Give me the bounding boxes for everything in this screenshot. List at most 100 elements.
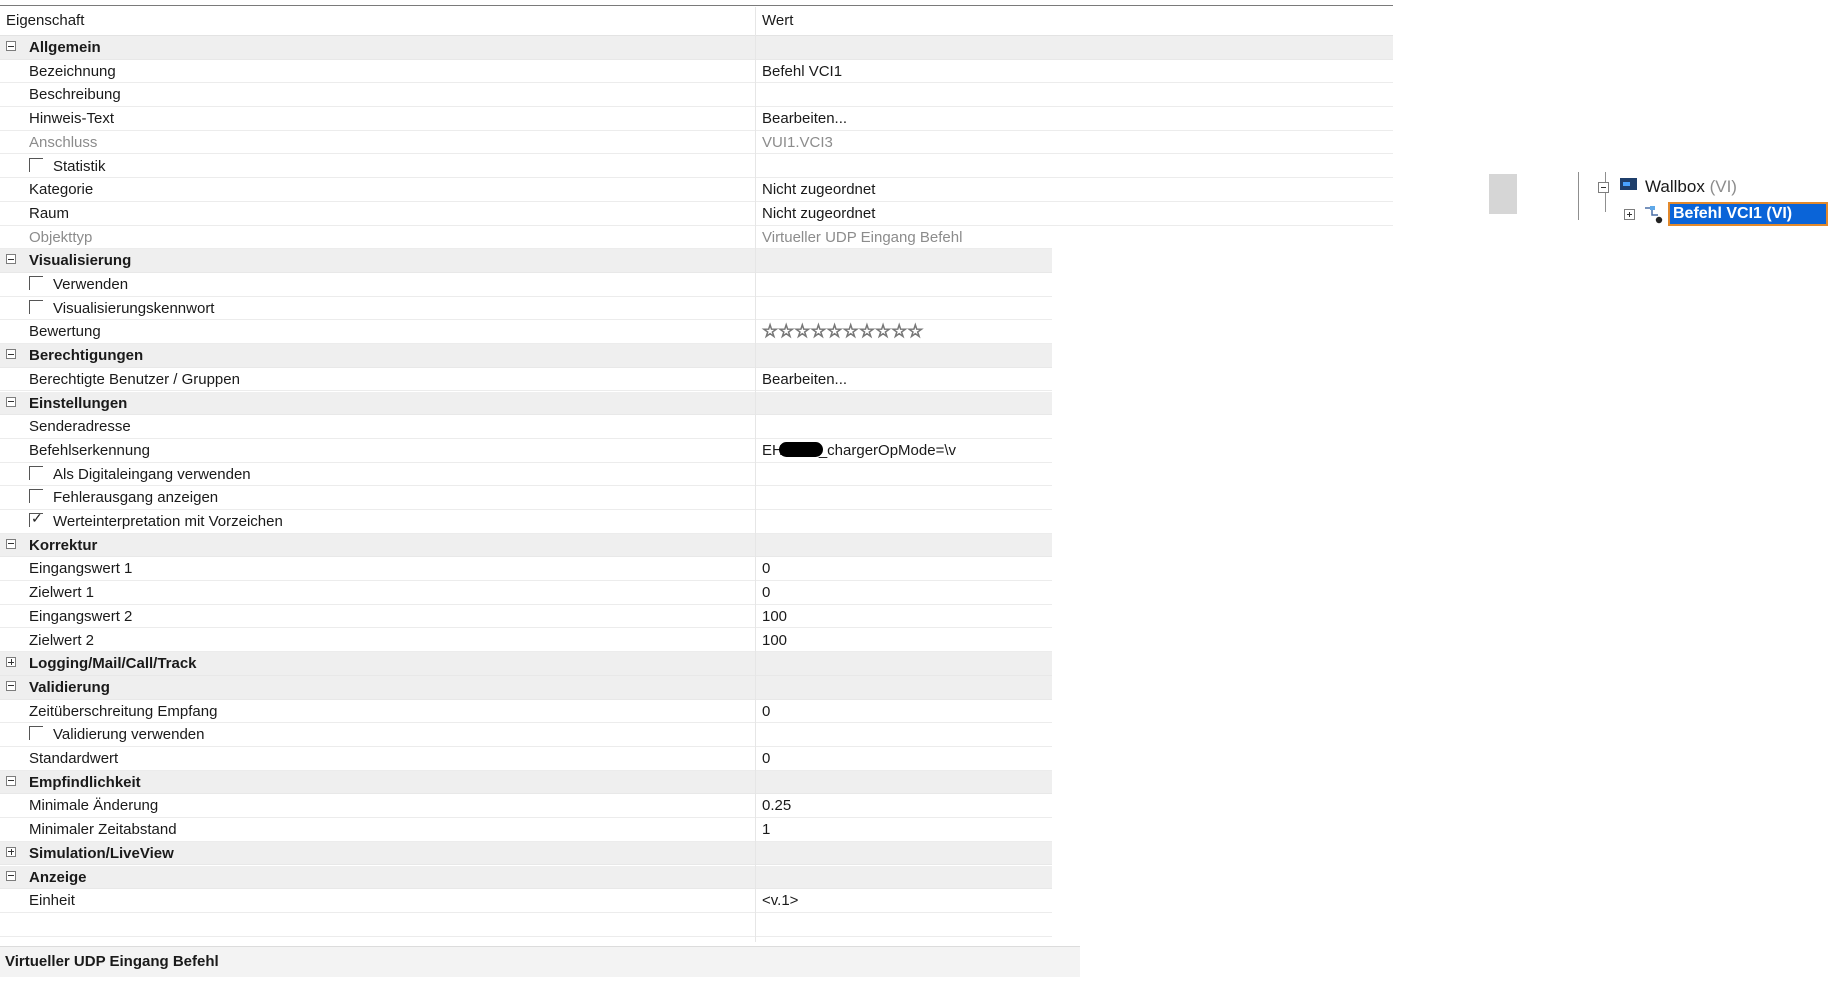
property-row[interactable]: Validierung verwenden [0, 723, 1052, 747]
property-row[interactable]: Visualisierungskennwort [0, 297, 1052, 321]
collapse-icon[interactable] [6, 680, 16, 691]
property-value[interactable]: 1 [762, 821, 770, 838]
property-row[interactable]: Zeitüberschreitung Empfang 0 [0, 700, 1052, 724]
description-panel: Virtueller UDP Eingang Befehl [0, 946, 1080, 977]
category-row[interactable]: Empfindlichkeit [0, 770, 1052, 795]
property-row[interactable]: Zielwert 2 100 [0, 629, 1052, 653]
checkbox[interactable] [29, 465, 43, 480]
column-header-property[interactable]: Eigenschaft [6, 12, 84, 29]
collapse-icon[interactable] [6, 538, 16, 549]
category-label: Logging/Mail/Call/Track [29, 655, 197, 673]
property-row[interactable]: Objekttyp Virtueller UDP Eingang Befehl [0, 226, 1052, 250]
property-row[interactable]: Kategorie Nicht zugeordnet [0, 178, 1393, 202]
category-label: Simulation/LiveView [29, 844, 174, 862]
property-row[interactable]: Als Digitaleingang verwenden [0, 463, 1052, 487]
category-row[interactable]: Berechtigungen [0, 344, 1052, 368]
property-value[interactable]: Bearbeiten... [762, 110, 847, 127]
column-header-value[interactable]: Wert [762, 12, 793, 29]
tree-item-wallbox[interactable]: Wallbox (VI) [1645, 177, 1737, 197]
property-value[interactable]: 100 [762, 608, 787, 625]
grid-header: Eigenschaft Wert [0, 7, 1393, 36]
property-row[interactable]: Minimaler Zeitabstand 1 [0, 818, 1052, 842]
property-row[interactable]: Eingangswert 1 0 [0, 557, 1052, 582]
property-value[interactable]: 0 [762, 703, 770, 720]
column-divider[interactable] [755, 7, 756, 942]
property-row[interactable]: Beschreibung [0, 83, 1393, 108]
category-row[interactable]: Logging/Mail/Call/Track [0, 652, 1052, 676]
category-row[interactable]: Einstellungen [0, 391, 1052, 416]
property-row[interactable]: Einheit <v.1> [0, 889, 1052, 913]
tree-line [1578, 172, 1579, 220]
category-row[interactable]: Validierung [0, 675, 1052, 700]
tree-item-wallbox-suffix: (VI) [1709, 177, 1737, 196]
property-row[interactable]: Bewertung ☆☆☆☆☆☆☆☆☆☆ [0, 320, 1052, 345]
property-row[interactable]: Statistik [0, 155, 1393, 179]
description-text: Virtueller UDP Eingang Befehl [5, 953, 219, 970]
property-row[interactable]: Raum Nicht zugeordnet [0, 202, 1393, 226]
property-row[interactable] [0, 913, 1052, 937]
property-row[interactable]: Berechtigte Benutzer / Gruppen Bearbeiten… [0, 368, 1052, 392]
property-row[interactable]: Hinweis-Text Bearbeiten... [0, 107, 1393, 131]
collapse-icon[interactable] [6, 775, 16, 786]
collapse-icon[interactable] [6, 396, 16, 407]
property-value[interactable]: Bearbeiten... [762, 371, 847, 388]
wallbox-collapse-icon[interactable] [1598, 182, 1609, 193]
property-row[interactable]: Befehlserkennung EH _chargerOpMode=\v [0, 439, 1052, 463]
property-row[interactable]: Anschluss VUI1.VCI3 [0, 131, 1393, 155]
category-row[interactable]: Allgemein [0, 36, 1393, 60]
collapse-icon[interactable] [6, 349, 16, 360]
category-label: Validierung [29, 678, 110, 696]
property-name: Standardwert [29, 750, 119, 767]
category-label: Einstellungen [29, 394, 128, 412]
checkbox[interactable] [29, 489, 43, 504]
udp-command-icon [1645, 206, 1663, 224]
property-name: Hinweis-Text [29, 110, 115, 128]
property-row[interactable]: Minimale Änderung 0.25 [0, 794, 1052, 819]
collapse-icon[interactable] [6, 254, 16, 265]
category-row[interactable]: Simulation/LiveView [0, 841, 1052, 866]
property-row[interactable]: ✓ Werteinterpretation mit Vorzeichen [0, 510, 1052, 534]
checkbox[interactable] [29, 157, 43, 172]
category-label: Empfindlichkeit [29, 773, 141, 791]
checkbox[interactable] [29, 299, 43, 314]
property-row[interactable]: Standardwert 0 [0, 747, 1052, 771]
property-name: Senderadresse [29, 418, 131, 436]
property-name: Verwenden [53, 276, 129, 293]
property-value[interactable]: 0.25 [762, 797, 791, 814]
property-value[interactable]: 0 [762, 750, 770, 767]
property-row[interactable]: Verwenden [0, 273, 1052, 297]
category-label: Allgemein [29, 39, 101, 56]
property-value[interactable]: 0 [762, 560, 770, 577]
expand-icon[interactable] [6, 657, 16, 668]
property-value[interactable]: 100 [762, 632, 787, 649]
property-row[interactable]: Zielwert 1 0 [0, 581, 1052, 605]
property-row[interactable]: Fehlerausgang anzeigen [0, 486, 1052, 510]
category-row[interactable]: Anzeige [0, 865, 1052, 890]
property-value[interactable]: Nicht zugeordnet [762, 205, 875, 222]
rating-stars[interactable]: ☆☆☆☆☆☆☆☆☆☆ [761, 321, 923, 342]
property-value[interactable]: <v.1> [762, 892, 798, 909]
property-name: Anschluss [29, 133, 98, 151]
tree-item-befehl-vci1[interactable]: Befehl VCI1 (VI) [1668, 202, 1828, 226]
property-value[interactable]: 0 [762, 584, 770, 601]
category-label: Korrektur [29, 536, 98, 554]
checkbox[interactable] [29, 726, 43, 741]
category-row[interactable]: Visualisierung [0, 249, 1052, 273]
collapse-icon[interactable] [6, 41, 16, 51]
property-name: Beschreibung [29, 86, 121, 104]
property-row[interactable]: Senderadresse [0, 415, 1052, 439]
collapse-icon[interactable] [6, 870, 16, 881]
scrollbar-thumb[interactable] [1489, 174, 1517, 214]
property-value[interactable]: Nicht zugeordnet [762, 181, 875, 198]
property-row[interactable]: Eingangswert 2 100 [0, 605, 1052, 629]
category-row[interactable]: Korrektur [0, 533, 1052, 558]
expand-icon[interactable] [6, 846, 16, 857]
property-value[interactable]: EH _chargerOpMode=\v [762, 441, 956, 459]
checkbox[interactable]: ✓ [29, 510, 43, 527]
checkbox[interactable] [29, 276, 43, 290]
property-value[interactable]: Befehl VCI1 [762, 63, 842, 80]
property-name: Zielwert 1 [29, 584, 95, 602]
property-name: Objekttyp [29, 228, 93, 246]
property-row[interactable]: Bezeichnung Befehl VCI1 [0, 60, 1393, 84]
befehl-expand-icon[interactable] [1624, 209, 1635, 220]
